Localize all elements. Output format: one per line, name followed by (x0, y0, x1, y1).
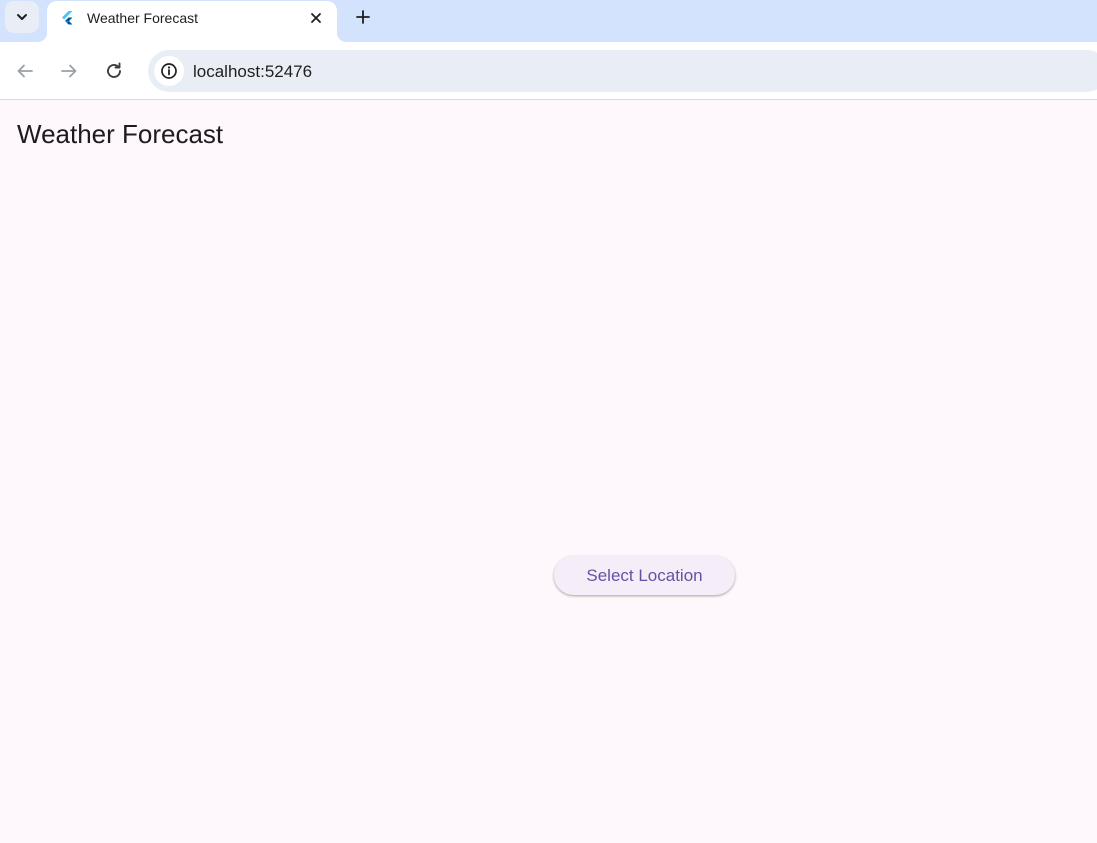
tab-title: Weather Forecast (87, 10, 199, 26)
site-info-button[interactable] (154, 56, 184, 86)
flutter-logo-icon (62, 11, 73, 25)
arrow-left-icon (17, 64, 33, 78)
back-button[interactable] (12, 58, 38, 84)
url-text[interactable]: localhost:52476 (193, 62, 312, 82)
close-tab-button[interactable] (305, 7, 327, 29)
select-location-button[interactable]: Select Location (554, 556, 735, 595)
chevron-down-icon (17, 14, 27, 20)
browser-tabstrip: Weather Forecast (0, 0, 1097, 42)
browser-tab-active[interactable]: Weather Forecast (37, 1, 347, 42)
info-icon (161, 63, 177, 79)
reload-button[interactable] (101, 58, 127, 84)
tab-search-button[interactable] (5, 1, 39, 33)
address-bar[interactable]: localhost:52476 (148, 50, 1097, 92)
app-content: Weather Forecast Select Location (0, 101, 1097, 843)
forward-button[interactable] (56, 58, 82, 84)
browser-toolbar: localhost:52476 (0, 42, 1097, 100)
plus-icon (356, 10, 370, 24)
new-tab-button[interactable] (350, 4, 376, 30)
reload-icon (107, 62, 121, 78)
page-title: Weather Forecast (17, 119, 224, 149)
close-icon (311, 13, 321, 23)
arrow-right-icon (61, 64, 77, 78)
